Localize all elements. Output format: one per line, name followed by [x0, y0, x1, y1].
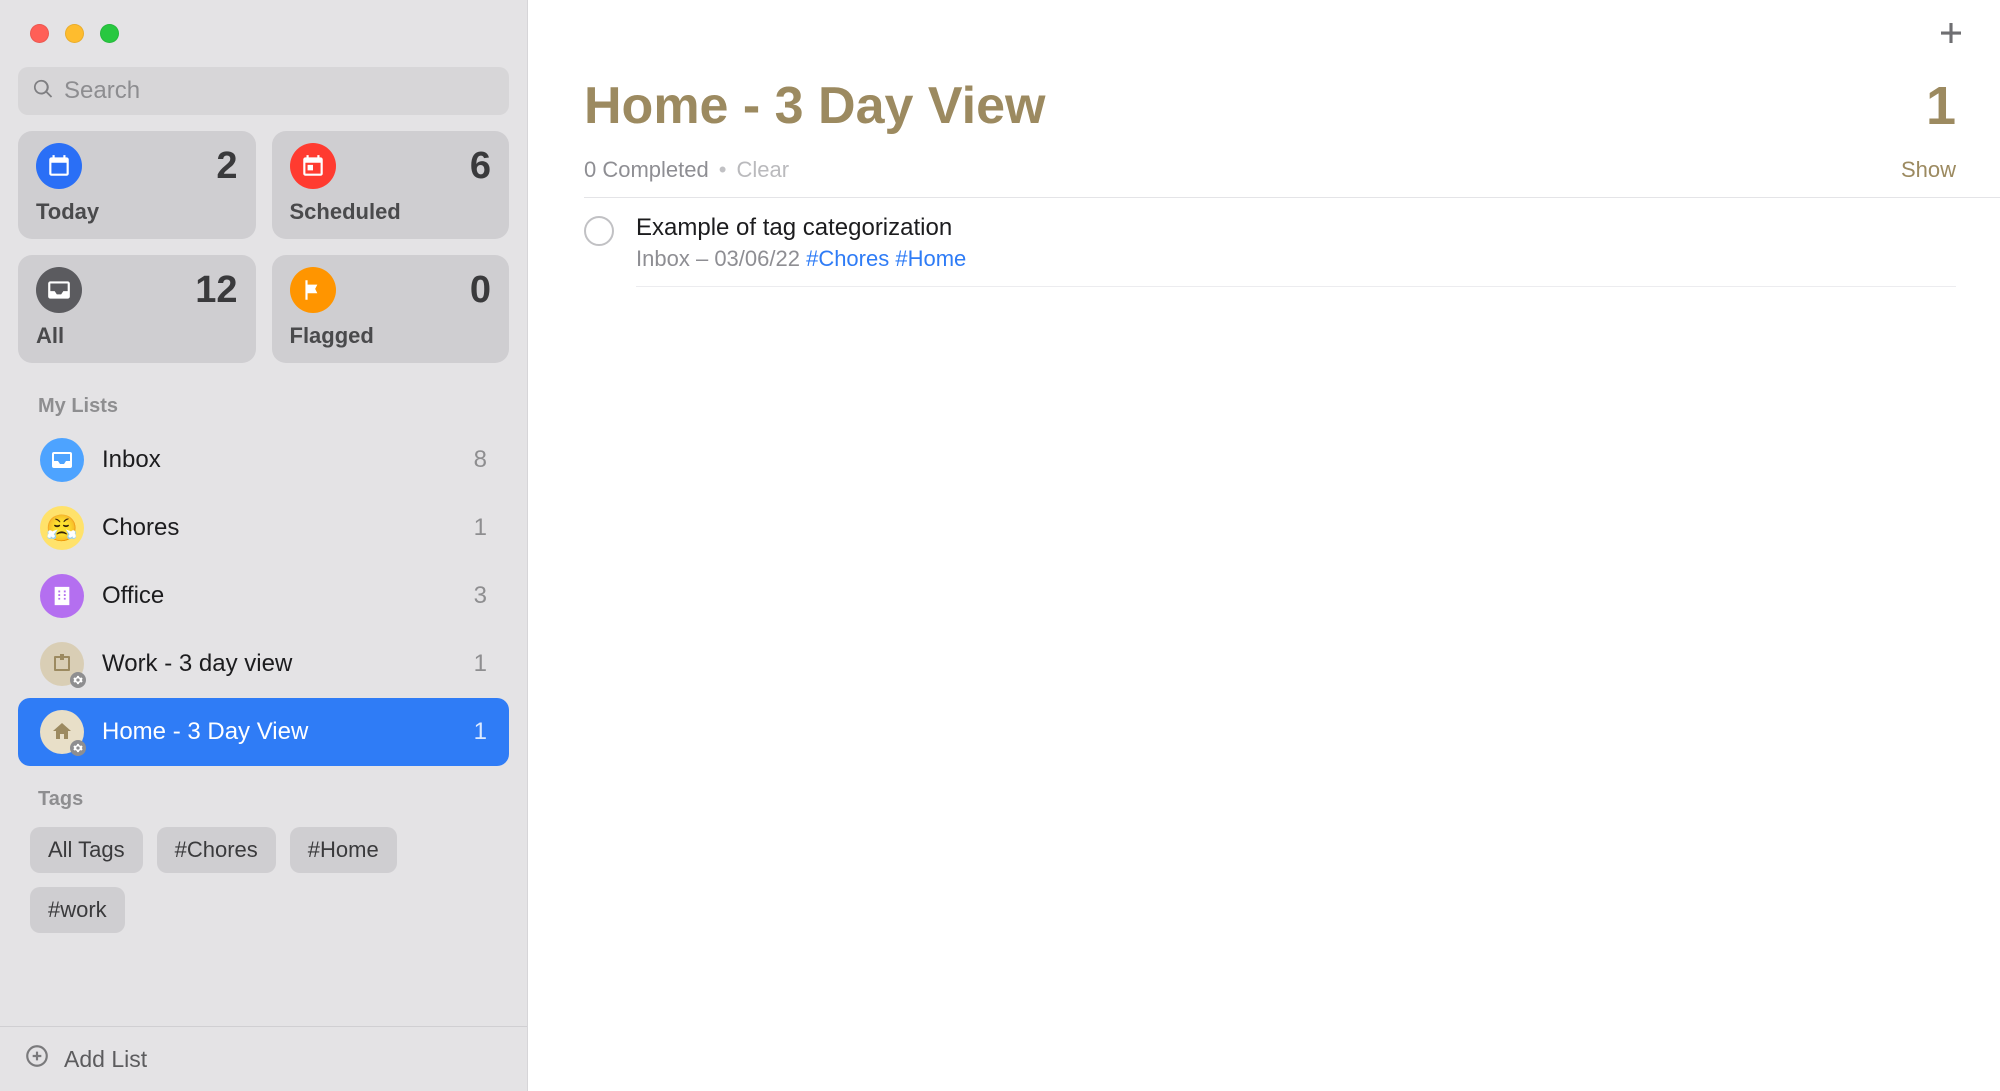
gear-badge-icon: [70, 740, 86, 756]
show-completed-button[interactable]: Show: [1901, 157, 1956, 183]
my-lists: Inbox 8 😤 Chores 1 Office 3: [0, 426, 527, 766]
add-list-button[interactable]: Add List: [0, 1026, 527, 1091]
reminder-meta: Inbox – 03/06/22 #Chores #Home: [636, 246, 1956, 272]
list-label: Office: [102, 582, 456, 610]
clear-completed-button[interactable]: Clear: [736, 157, 789, 183]
minimize-window-button[interactable]: [65, 24, 84, 43]
all-count: 12: [195, 269, 237, 312]
today-label: Today: [36, 199, 238, 225]
tags-heading: Tags: [0, 766, 527, 819]
meta-separator: –: [696, 246, 714, 271]
all-card[interactable]: 12 All: [18, 255, 256, 363]
briefcase-smart-icon: [40, 642, 84, 686]
flag-icon: [290, 267, 336, 313]
list-count: 3: [474, 582, 487, 610]
reminder-tag[interactable]: #Chores: [806, 246, 889, 271]
list-count: 1: [474, 718, 487, 746]
list-work-3day[interactable]: Work - 3 day view 1: [18, 630, 509, 698]
list-count: 8: [474, 446, 487, 474]
add-list-label: Add List: [64, 1046, 147, 1073]
reminder-item[interactable]: Example of tag categorization Inbox – 03…: [528, 198, 2000, 287]
gear-badge-icon: [70, 672, 86, 688]
completed-bar: 0 Completed • Clear Show: [528, 137, 2000, 197]
scheduled-count: 6: [470, 145, 491, 188]
close-window-button[interactable]: [30, 24, 49, 43]
scheduled-card[interactable]: 6 Scheduled: [272, 131, 510, 239]
reminder-tag[interactable]: #Home: [895, 246, 966, 271]
building-icon: [40, 574, 84, 618]
flagged-card[interactable]: 0 Flagged: [272, 255, 510, 363]
list-title: Home - 3 Day View: [584, 76, 1045, 136]
search-icon: [32, 78, 54, 105]
all-label: All: [36, 323, 238, 349]
smart-lists-grid: 2 Today 6 Scheduled 12: [0, 131, 527, 373]
list-total-count: 1: [1926, 75, 1956, 137]
sidebar: 2 Today 6 Scheduled 12: [0, 0, 528, 1091]
completed-text: 0 Completed: [584, 157, 709, 183]
main-pane: Home - 3 Day View 1 0 Completed • Clear …: [528, 0, 2000, 1091]
complete-toggle[interactable]: [584, 216, 614, 246]
list-header: Home - 3 Day View 1: [528, 53, 2000, 137]
reminder-list-name: Inbox: [636, 246, 690, 271]
list-chores[interactable]: 😤 Chores 1: [18, 494, 509, 562]
list-label: Chores: [102, 514, 456, 542]
tags-row: All Tags #Chores #Home #work: [0, 819, 527, 953]
list-inbox[interactable]: Inbox 8: [18, 426, 509, 494]
flagged-label: Flagged: [290, 323, 492, 349]
reminder-body: Example of tag categorization Inbox – 03…: [636, 214, 1956, 287]
window-controls: [0, 0, 527, 67]
chores-emoji-icon: 😤: [40, 506, 84, 550]
my-lists-heading: My Lists: [0, 373, 527, 426]
reminder-title: Example of tag categorization: [636, 214, 1956, 242]
tray-icon: [36, 267, 82, 313]
tag-all[interactable]: All Tags: [30, 827, 143, 873]
inbox-icon: [40, 438, 84, 482]
list-count: 1: [474, 514, 487, 542]
list-home-3day[interactable]: Home - 3 Day View 1: [18, 698, 509, 766]
reminder-date: 03/06/22: [714, 246, 800, 271]
list-count: 1: [474, 650, 487, 678]
separator-dot: •: [719, 157, 727, 183]
list-label: Inbox: [102, 446, 456, 474]
flagged-count: 0: [470, 269, 491, 312]
plus-circle-icon: [24, 1043, 50, 1075]
scheduled-label: Scheduled: [290, 199, 492, 225]
house-smart-icon: [40, 710, 84, 754]
search-input[interactable]: [64, 77, 495, 105]
search-field[interactable]: [18, 67, 509, 115]
main-toolbar: [528, 0, 2000, 53]
calendar-icon: [290, 143, 336, 189]
calendar-today-icon: [36, 143, 82, 189]
today-count: 2: [216, 145, 237, 188]
app-window: 2 Today 6 Scheduled 12: [0, 0, 2000, 1091]
new-reminder-button[interactable]: [1936, 18, 1966, 53]
tag-work[interactable]: #work: [30, 887, 125, 933]
list-label: Home - 3 Day View: [102, 718, 456, 746]
tag-chores[interactable]: #Chores: [157, 827, 276, 873]
list-office[interactable]: Office 3: [18, 562, 509, 630]
fullscreen-window-button[interactable]: [100, 24, 119, 43]
list-label: Work - 3 day view: [102, 650, 456, 678]
today-card[interactable]: 2 Today: [18, 131, 256, 239]
tag-home[interactable]: #Home: [290, 827, 397, 873]
